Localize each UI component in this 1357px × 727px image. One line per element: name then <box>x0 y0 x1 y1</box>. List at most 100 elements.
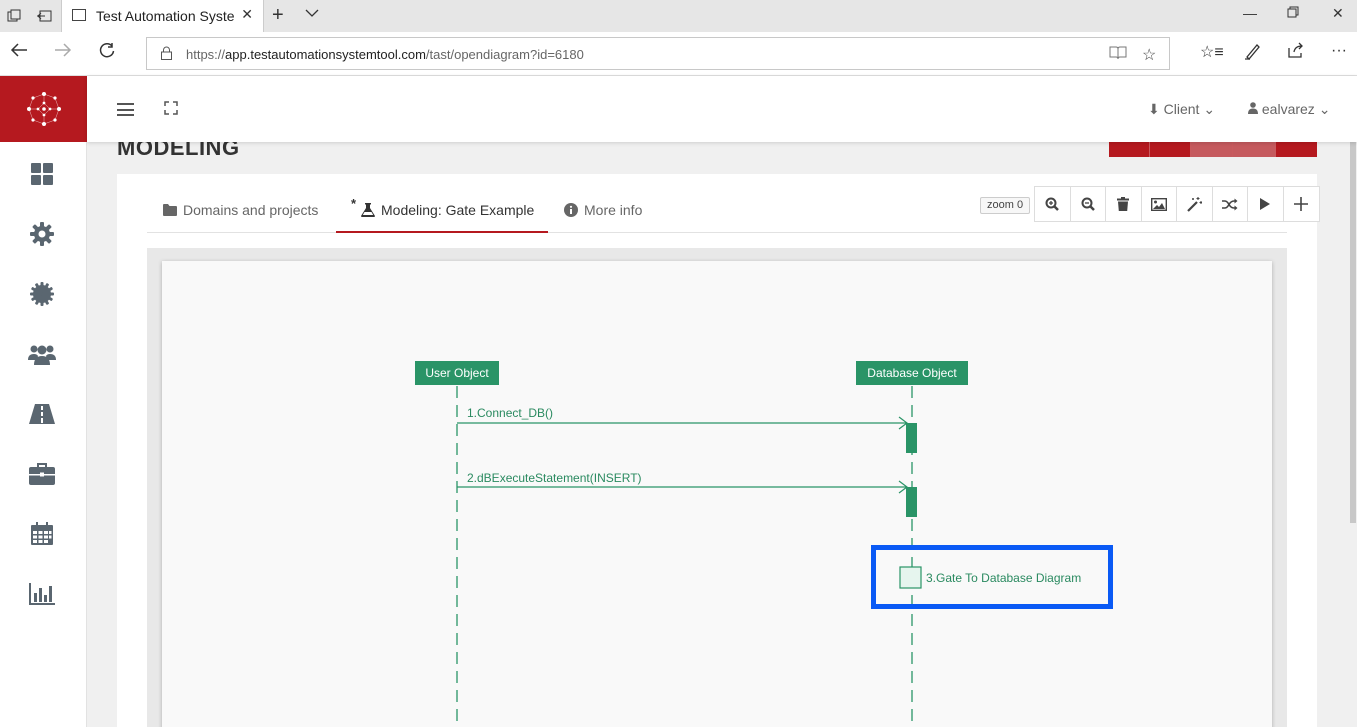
sidebar <box>0 142 87 727</box>
gear-icon <box>30 222 54 246</box>
sidebar-item-projects[interactable] <box>28 460 56 488</box>
page-title: MODELING <box>117 142 240 160</box>
zoom-in-icon <box>1045 197 1060 211</box>
add-button[interactable] <box>1283 187 1319 221</box>
reading-view-icon[interactable] <box>1109 45 1127 66</box>
favorite-star-icon[interactable]: ☆ <box>1142 45 1156 65</box>
app-header: ⬇ Client ⌄ ealvarez ⌄ <box>87 76 1357 142</box>
diagram-canvas-area: User Object Database Object 1.Connect_DB… <box>147 248 1287 727</box>
message-label-1[interactable]: 1.Connect_DB() <box>467 406 553 420</box>
action-button-5[interactable] <box>1276 142 1317 157</box>
zoom-out-icon <box>1081 197 1095 211</box>
page-favicon-icon <box>72 9 86 21</box>
sidebar-item-calendar[interactable] <box>28 520 56 548</box>
pen-icon[interactable] <box>1244 42 1262 65</box>
message-label-2[interactable]: 2.dBExecuteStatement(INSERT) <box>467 471 642 485</box>
tab-modeling-gate-example[interactable]: Modeling: Gate Example <box>361 202 534 218</box>
refresh-icon[interactable] <box>98 42 116 65</box>
object-user[interactable]: User Object <box>415 361 499 385</box>
sequence-diagram[interactable]: User Object Database Object 1.Connect_DB… <box>162 261 1272 727</box>
app-logo[interactable] <box>0 76 87 142</box>
client-label: Client <box>1163 101 1200 117</box>
back-icon[interactable] <box>10 42 28 63</box>
object-database[interactable]: Database Object <box>856 361 968 385</box>
chevron-down-icon: ⌄ <box>1203 101 1216 117</box>
user-dropdown[interactable]: ealvarez ⌄ <box>1248 101 1330 118</box>
active-tab-indicator <box>336 231 548 233</box>
shuffle-icon <box>1221 198 1238 210</box>
close-tab-icon[interactable]: ✕ <box>241 6 253 23</box>
user-icon <box>1248 101 1262 117</box>
browser-address-bar: https://app.testautomationsystemtool.com… <box>0 32 1357 76</box>
play-icon <box>1260 198 1271 210</box>
fullscreen-icon[interactable] <box>164 101 178 115</box>
hamburger-menu-icon[interactable] <box>117 103 134 116</box>
modeling-card: Domains and projects * Modeling: Gate Ex… <box>117 174 1320 727</box>
zoom-in-button[interactable] <box>1035 187 1071 221</box>
diagram-toolbar <box>1034 186 1320 222</box>
folder-icon <box>163 204 177 216</box>
sidebar-item-reports[interactable] <box>28 580 56 608</box>
action-button-4[interactable] <box>1233 142 1276 157</box>
page-tabs: Domains and projects * Modeling: Gate Ex… <box>147 174 1320 233</box>
selection-highlight <box>871 545 1113 609</box>
diagram-lines <box>456 386 922 727</box>
tab-preview-chevron-icon[interactable] <box>305 6 319 21</box>
browser-tab-title: Test Automation System <box>96 8 234 24</box>
page-scrollbar-thumb[interactable] <box>1350 118 1356 523</box>
sidebar-item-road[interactable] <box>28 400 56 428</box>
export-image-button[interactable] <box>1141 187 1177 221</box>
action-button-1[interactable] <box>1109 142 1150 157</box>
info-icon <box>564 203 578 217</box>
sidebar-item-configuration[interactable] <box>28 280 56 308</box>
zoom-out-button[interactable] <box>1070 187 1106 221</box>
image-icon <box>1150 197 1167 211</box>
chevron-down-icon: ⌄ <box>1318 101 1331 117</box>
flask-icon <box>361 203 375 217</box>
restore-window-icon[interactable] <box>1287 5 1299 21</box>
plus-icon <box>1294 197 1309 211</box>
activation-bar-1[interactable] <box>906 423 917 453</box>
unsaved-marker: * <box>351 196 357 211</box>
user-label: ealvarez <box>1261 101 1315 117</box>
forward-icon[interactable] <box>54 42 72 63</box>
browser-tab-bar: Test Automation System ✕ + — ✕ <box>0 0 1357 32</box>
lock-icon <box>161 46 172 60</box>
more-menu-icon[interactable]: ··· <box>1331 42 1347 60</box>
activation-bar-2[interactable] <box>906 487 917 517</box>
sidebar-item-dashboard[interactable] <box>28 160 56 188</box>
shuffle-button[interactable] <box>1212 187 1248 221</box>
url-text: https://app.testautomationsystemtool.com… <box>186 47 584 62</box>
action-button-group <box>1109 142 1317 157</box>
tab-actions-icon[interactable] <box>4 6 24 26</box>
minimize-window-icon[interactable]: — <box>1243 5 1257 21</box>
close-window-icon[interactable]: ✕ <box>1332 5 1344 22</box>
bar-chart-icon <box>29 583 55 605</box>
new-tab-icon[interactable]: + <box>272 4 284 27</box>
trash-icon <box>1117 197 1130 211</box>
tab-label: Domains and projects <box>183 202 319 218</box>
action-button-2[interactable] <box>1150 142 1191 157</box>
browser-tab-active[interactable]: Test Automation System ✕ <box>61 0 264 32</box>
action-button-3[interactable] <box>1191 142 1233 157</box>
tab-more-info[interactable]: More info <box>564 202 642 218</box>
magic-wand-button[interactable] <box>1177 187 1213 221</box>
briefcase-icon <box>29 463 55 485</box>
dashboard-icon <box>31 163 53 185</box>
magic-wand-icon <box>1186 196 1202 212</box>
calendar-icon <box>31 522 53 545</box>
share-icon[interactable] <box>1287 42 1305 63</box>
delete-button[interactable] <box>1106 187 1142 221</box>
url-field[interactable]: https://app.testautomationsystemtool.com… <box>146 37 1170 70</box>
zoom-level-badge: zoom 0 <box>980 197 1031 214</box>
gear-alt-icon <box>30 282 54 306</box>
play-button[interactable] <box>1248 187 1284 221</box>
tab-label: More info <box>584 202 643 218</box>
favorites-icon[interactable]: ☆≡ <box>1200 42 1224 62</box>
road-icon <box>29 404 55 424</box>
tab-domains-and-projects[interactable]: Domains and projects <box>163 202 318 218</box>
sidebar-item-users[interactable] <box>28 340 56 368</box>
set-aside-tabs-icon[interactable] <box>34 6 54 26</box>
sidebar-item-settings[interactable] <box>28 220 56 248</box>
client-dropdown[interactable]: ⬇ Client ⌄ <box>1148 101 1215 118</box>
